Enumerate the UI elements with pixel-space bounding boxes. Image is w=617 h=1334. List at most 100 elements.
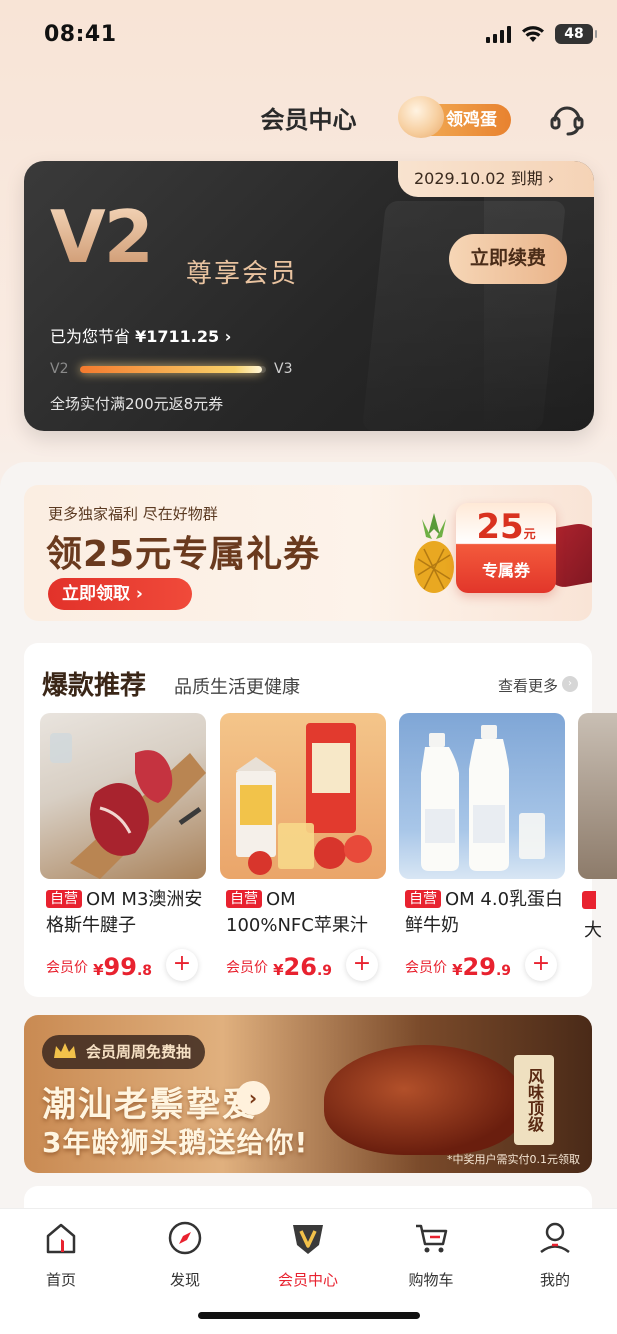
tab-discover[interactable]: 发现	[140, 1219, 230, 1290]
member-price-label: 会员价	[226, 960, 268, 976]
coupon-unit: 元	[523, 527, 536, 541]
tab-cart[interactable]: 购物车	[386, 1219, 476, 1290]
member-card: 2029.10.02 到期 › V2 尊享会员 立即续费 已为您节省 ¥1711…	[24, 161, 594, 431]
add-to-cart-button[interactable]: +	[346, 949, 378, 981]
wifi-icon	[522, 26, 544, 42]
weekly-draw-label: 会员周周免费抽	[86, 1043, 192, 1061]
tab-label: 会员中心	[277, 1271, 338, 1289]
currency-symbol: ¥	[452, 961, 463, 979]
compass-icon	[168, 1221, 202, 1255]
crown-icon	[54, 1043, 76, 1058]
self-operated-tag: 自营	[226, 890, 262, 908]
beef-icon	[50, 733, 206, 879]
product-name: 自营 OM 4.0乳蛋白鲜牛奶	[399, 887, 565, 939]
status-icons: 48	[486, 24, 597, 44]
banner-subheadline: 3年龄狮头鹅送给你!	[42, 1126, 309, 1159]
expiry-date-link[interactable]: 2029.10.02 到期 ›	[398, 161, 594, 197]
weekly-draw-banner[interactable]: 会员周周免费抽 潮汕老鬃挚爱 › 3年龄狮头鹅送给你! 风味顶级 *中奖用户需实…	[24, 1015, 592, 1173]
status-bar: 08:41 48	[0, 0, 617, 74]
price-integer: 29	[462, 953, 496, 981]
battery-level: 48	[564, 26, 584, 42]
product-image	[40, 713, 206, 879]
member-level-name: 尊享会员	[186, 259, 299, 289]
recommend-section: 爆款推荐 品质生活更健康 查看更多 › 自营 OM M3澳洲安格斯牛腱子 会员价 …	[24, 643, 592, 997]
status-time: 08:41	[44, 22, 117, 47]
coupon-ticket-label: 专属券	[481, 561, 530, 580]
product-card[interactable]: 自营 OM M3澳洲安格斯牛腱子 会员价 ¥99.8 +	[40, 713, 206, 983]
price-row: 会员价 ¥99.8 +	[40, 949, 206, 983]
page-title: 会员中心	[260, 106, 357, 134]
price-decimal: .9	[495, 963, 511, 979]
progress-track	[80, 366, 266, 373]
product-title-partial: 大	[584, 920, 602, 941]
tab-member-center[interactable]: 会员中心	[263, 1219, 353, 1290]
member-benefit: 全场实付满200元返8元券	[50, 395, 224, 413]
self-operated-tag	[582, 891, 596, 909]
currency-symbol: ¥	[93, 961, 104, 979]
claim-coupon-button[interactable]: 立即领取 ›	[48, 578, 192, 610]
customer-service-icon[interactable]	[548, 100, 586, 138]
home-icon	[46, 1223, 76, 1254]
collect-eggs-button[interactable]: 领鸡蛋	[398, 96, 511, 138]
member-level: V2	[50, 195, 154, 279]
savings-prefix: 已为您节省	[50, 327, 131, 346]
weekly-draw-badge: 会员周周免费抽	[42, 1035, 206, 1069]
currency-symbol: ¥	[273, 961, 284, 979]
price-decimal: .8	[136, 963, 152, 979]
tab-label: 我的	[539, 1271, 570, 1289]
recommend-subtitle: 品质生活更健康	[174, 677, 300, 698]
view-more-link[interactable]: 查看更多	[498, 675, 558, 696]
banner-headline: 潮汕老鬃挚爱	[42, 1085, 258, 1125]
add-to-cart-button[interactable]: +	[525, 949, 557, 981]
coupon-amount-value: 25	[476, 507, 524, 547]
coupon-title: 领25元专属礼券	[46, 534, 321, 575]
cart-icon	[416, 1224, 448, 1253]
coupon-amount: 25元	[456, 503, 556, 547]
banner-footnote: *中奖用户需实付0.1元领取	[447, 1153, 580, 1166]
price-integer: 26	[283, 953, 317, 981]
level-progress: V2 V3	[50, 361, 310, 379]
coupon-subtitle: 更多独家福利 尽在好物群	[48, 505, 218, 523]
product-card-partial[interactable]	[578, 713, 617, 879]
product-image	[399, 713, 565, 879]
renew-button[interactable]: 立即续费	[449, 234, 567, 284]
tab-label: 购物车	[408, 1271, 454, 1289]
savings-link[interactable]: 已为您节省 ¥1711.25 ›	[50, 323, 231, 347]
chevron-right-icon[interactable]: ›	[562, 676, 578, 692]
savings-amount: ¥1711.25 ›	[135, 327, 232, 346]
apple-juice-icon	[236, 723, 372, 875]
battery-indicator: 48	[555, 24, 597, 44]
coupon-ticket: 25元 专属券	[456, 503, 556, 593]
tab-label: 发现	[169, 1271, 200, 1289]
price-row: 会员价 ¥26.9 +	[220, 949, 386, 983]
progress-fill	[80, 366, 263, 373]
egg-icon	[398, 96, 444, 138]
price-row: 会员价 ¥29.9 +	[399, 949, 565, 983]
product-name: 自营 OM 100%NFC苹果汁	[220, 887, 386, 939]
progress-from-level: V2	[50, 361, 69, 377]
profile-icon	[540, 1222, 570, 1254]
arrow-right-icon[interactable]: ›	[236, 1081, 270, 1115]
tab-profile[interactable]: 我的	[510, 1219, 600, 1290]
flavor-plaque: 风味顶级	[514, 1055, 554, 1145]
progress-to-level: V3	[274, 361, 293, 377]
vip-icon	[293, 1225, 323, 1254]
recommend-title: 爆款推荐	[42, 671, 147, 701]
cellular-signal-icon	[486, 25, 511, 43]
product-image	[220, 713, 386, 879]
roast-goose-image	[324, 1045, 524, 1155]
member-price-label: 会员价	[46, 960, 88, 976]
price-integer: 99	[103, 953, 137, 981]
self-operated-tag: 自营	[46, 890, 82, 908]
collect-eggs-label: 领鸡蛋	[446, 110, 497, 130]
self-operated-tag: 自营	[405, 890, 441, 908]
product-card[interactable]: 自营 OM 4.0乳蛋白鲜牛奶 会员价 ¥29.9 +	[399, 713, 565, 983]
add-to-cart-button[interactable]: +	[166, 949, 198, 981]
milk-bottle-icon	[421, 725, 545, 871]
pineapple-icon	[414, 513, 454, 593]
product-card[interactable]: 自营 OM 100%NFC苹果汁 会员价 ¥26.9 +	[220, 713, 386, 983]
tab-label: 首页	[45, 1271, 76, 1289]
coupon-banner[interactable]: 更多独家福利 尽在好物群 领25元专属礼券 立即领取 › 25元 专属券	[24, 485, 592, 621]
tab-home[interactable]: 首页	[16, 1219, 106, 1290]
product-name: 自营 OM M3澳洲安格斯牛腱子	[40, 887, 206, 939]
